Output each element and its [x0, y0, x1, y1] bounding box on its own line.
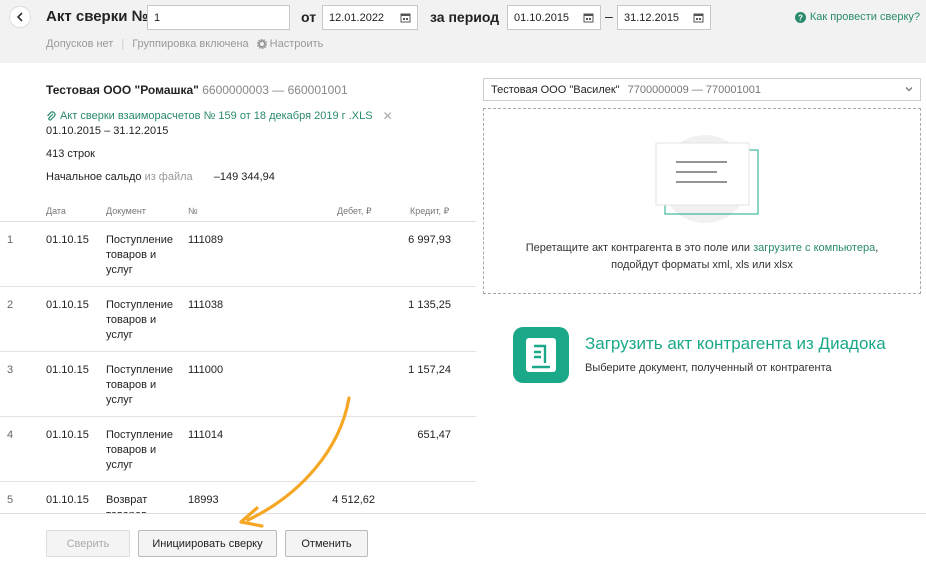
period-dash: – — [605, 8, 613, 24]
diadoc-subtitle: Выберите документ, полученный от контраг… — [585, 362, 832, 374]
saldo-value: –149 344,94 — [213, 171, 275, 183]
row-number: 18993 — [188, 494, 219, 506]
row-index: 5 — [7, 494, 14, 506]
row-document: Поступление товаров и услуг — [106, 429, 174, 471]
row-date: 01.10.15 — [46, 494, 89, 506]
row-document: Поступление товаров и услуг — [106, 299, 174, 341]
dropzone-text: Перетащите акт контрагента в это поле ил… — [525, 242, 751, 254]
access-status[interactable]: Допусков нет — [46, 38, 113, 50]
row-number: 111014 — [188, 429, 224, 441]
paperclip-icon — [47, 110, 56, 121]
attached-file[interactable]: Акт сверки взаиморасчетов № 159 от 18 де… — [46, 109, 393, 123]
dropzone-hint: Перетащите акт контрагента в это поле ил… — [525, 242, 879, 271]
act-number-input[interactable]: 1 — [147, 5, 290, 30]
sub-toolbar: Допусков нет | Группировка включена Наст… — [46, 38, 324, 50]
table-row[interactable]: 1 01.10.15 Поступление товаров и услуг 1… — [0, 222, 476, 287]
calendar-icon[interactable] — [400, 12, 411, 23]
back-button[interactable] — [9, 6, 31, 28]
row-credit: 1 135,25 — [408, 299, 451, 311]
chevron-left-icon — [16, 12, 23, 22]
row-index: 2 — [7, 299, 14, 311]
column-header-document: Документ — [106, 206, 146, 216]
reconcile-button[interactable]: Сверить — [46, 530, 130, 557]
row-index: 4 — [7, 429, 14, 441]
row-document: Возврат товаров — [106, 494, 148, 513]
cancel-button[interactable]: Отменить — [285, 530, 368, 557]
row-date: 01.10.15 — [46, 234, 89, 246]
period-label: за период — [430, 9, 500, 25]
column-header-number: № — [188, 206, 198, 216]
period-start-input[interactable]: 01.10.2015 — [507, 5, 601, 30]
calendar-icon[interactable] — [693, 12, 704, 23]
chevron-down-icon — [905, 87, 913, 92]
diadoc-upload-link[interactable]: Загрузить акт контрагента из Диадока — [585, 334, 886, 354]
dropzone-formats: подойдут форматы xml, xls или xlsx — [611, 259, 793, 271]
gear-icon — [256, 39, 267, 49]
settings-button[interactable]: Настроить — [256, 38, 324, 50]
action-bar: Сверить Инициировать сверку Отменить — [0, 513, 926, 563]
initiate-reconciliation-button[interactable]: Инициировать сверку — [138, 530, 277, 557]
row-credit: 6 997,93 — [408, 234, 451, 246]
rows-count: 413 строк — [46, 148, 95, 160]
remove-file-icon[interactable]: ✕ — [383, 109, 393, 123]
row-debit: 4 512,62 — [332, 494, 375, 506]
act-date-value: 12.01.2022 — [329, 11, 385, 24]
table-row[interactable]: 4 01.10.15 Поступление товаров и услуг 1… — [0, 417, 476, 482]
table-row[interactable]: 3 01.10.15 Поступление товаров и услуг 1… — [0, 352, 476, 417]
table-row[interactable]: 5 01.10.15 Возврат товаров 18993 4 512,6… — [0, 482, 476, 513]
file-period: 01.10.2015 – 31.12.2015 — [46, 125, 169, 137]
help-link-label: Как провести сверку? — [809, 11, 920, 23]
column-header-date: Дата — [46, 206, 66, 216]
settings-label: Настроить — [269, 38, 324, 50]
row-date: 01.10.15 — [46, 299, 89, 311]
help-link[interactable]: ? Как провести сверку? — [794, 11, 920, 23]
diadoc-document-icon — [526, 338, 556, 372]
row-date: 01.10.15 — [46, 364, 89, 376]
table-header: Дата Документ № Дебет, ₽ Кредит, ₽ — [0, 203, 476, 222]
document-upload-illustration — [655, 135, 759, 223]
counterparty-ids: 7700000009 — 770001001 — [627, 83, 761, 96]
grouping-status[interactable]: Группировка включена — [132, 38, 248, 50]
act-date-input[interactable]: 12.01.2022 — [322, 5, 418, 30]
row-number: 111089 — [188, 234, 224, 246]
question-circle-icon: ? — [794, 11, 806, 23]
row-document: Поступление товаров и услуг — [106, 364, 174, 406]
own-act-panel: Тестовая ООО "Ромашка" 6600000003 — 6600… — [0, 63, 476, 513]
column-header-credit: Кредит, ₽ — [410, 206, 450, 216]
table-row[interactable]: 2 01.10.15 Поступление товаров и услуг 1… — [0, 287, 476, 352]
row-document: Поступление товаров и услуг — [106, 234, 174, 276]
svg-text:?: ? — [798, 13, 803, 22]
page-title: Акт сверки № — [46, 8, 149, 25]
row-credit: 1 157,24 — [408, 364, 451, 376]
top-bar: Акт сверки № 1 от 12.01.2022 за период 0… — [0, 0, 926, 63]
saldo-source: из файла — [144, 171, 193, 183]
upload-from-computer-link[interactable]: загрузите с компьютера — [753, 242, 875, 254]
column-header-debit: Дебет, ₽ — [337, 206, 372, 216]
opening-balance: Начальное сальдо из файла –149 344,94 — [46, 171, 275, 183]
period-end-value: 31.12.2015 — [624, 11, 680, 24]
org-header: Тестовая ООО "Ромашка" 6600000003 — 6600… — [46, 83, 348, 97]
row-number: 111038 — [188, 299, 224, 311]
attached-file-name: Акт сверки взаиморасчетов № 159 от 18 де… — [60, 110, 373, 122]
row-number: 111000 — [188, 364, 224, 376]
period-end-input[interactable]: 31.12.2015 — [617, 5, 711, 30]
file-dropzone[interactable]: Перетащите акт контрагента в это поле ил… — [483, 108, 921, 294]
org-ids: 6600000003 — 660001001 — [202, 83, 348, 97]
row-index: 3 — [7, 364, 14, 376]
diadoc-logo-icon[interactable] — [513, 327, 569, 383]
saldo-label: Начальное сальдо — [46, 171, 142, 183]
calendar-icon[interactable] — [583, 12, 594, 23]
row-index: 1 — [7, 234, 14, 246]
org-name: Тестовая ООО "Ромашка" — [46, 83, 199, 97]
row-date: 01.10.15 — [46, 429, 89, 441]
from-label: от — [301, 9, 317, 25]
period-start-value: 01.10.2015 — [514, 11, 570, 24]
counterparty-select[interactable]: Тестовая ООО "Василек" 7700000009 — 7700… — [483, 78, 921, 101]
row-credit: 651,47 — [417, 429, 451, 441]
counterparty-name: Тестовая ООО "Василек" — [491, 83, 620, 96]
